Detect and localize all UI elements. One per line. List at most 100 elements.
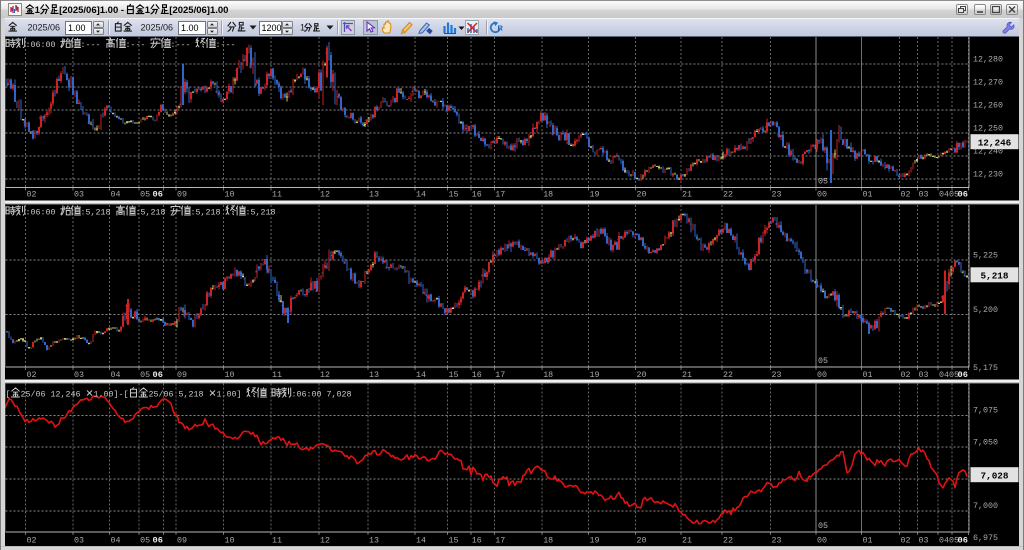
svg-text:23: 23 — [772, 370, 782, 380]
svg-text:04: 04 — [939, 536, 949, 546]
svg-text:03: 03 — [74, 190, 84, 200]
svg-text:22: 22 — [723, 370, 733, 380]
svg-text:09: 09 — [177, 370, 187, 380]
svg-text:15: 15 — [449, 536, 459, 546]
svg-text:1.00]: 1.00] — [217, 390, 242, 400]
svg-text:21: 21 — [682, 536, 692, 546]
svg-text:00: 00 — [817, 190, 827, 200]
svg-text:18: 18 — [543, 536, 553, 546]
svg-text:12,260: 12,260 — [973, 100, 1003, 110]
svg-text:06: 06 — [958, 190, 968, 200]
svg-text:04: 04 — [111, 370, 121, 380]
svg-text:10: 10 — [225, 536, 235, 546]
svg-text::5,218: :5,218 — [136, 208, 166, 218]
svg-text::5,218: :5,218 — [81, 208, 111, 218]
svg-text:14: 14 — [416, 190, 426, 200]
svg-text:16: 16 — [472, 190, 482, 200]
svg-text:5,200: 5,200 — [973, 305, 998, 315]
svg-text:15: 15 — [449, 190, 459, 200]
svg-text:19: 19 — [590, 536, 600, 546]
svg-text:R: R — [498, 24, 504, 33]
svg-text:02: 02 — [901, 190, 911, 200]
svg-text:2025/06: 2025/06 — [141, 23, 174, 33]
svg-text:7,075: 7,075 — [973, 406, 998, 416]
svg-text:05: 05 — [818, 356, 828, 366]
svg-text:11: 11 — [272, 190, 282, 200]
svg-text:1.00]-[: 1.00]-[ — [94, 390, 129, 400]
svg-text:03: 03 — [74, 370, 84, 380]
svg-text:17: 17 — [495, 190, 505, 200]
svg-text:20: 20 — [637, 370, 647, 380]
svg-text::06:00: :06:00 — [26, 40, 56, 50]
svg-text:02: 02 — [27, 190, 37, 200]
svg-text:7,000: 7,000 — [973, 501, 998, 511]
svg-text:05: 05 — [140, 536, 150, 546]
svg-text:05: 05 — [818, 521, 828, 531]
svg-text:1: 1 — [145, 5, 151, 16]
svg-text:6,975: 6,975 — [973, 533, 998, 543]
svg-text:18: 18 — [543, 370, 553, 380]
svg-text::06:00 7,028: :06:00 7,028 — [292, 390, 352, 400]
svg-text:05: 05 — [140, 190, 150, 200]
svg-text:09: 09 — [177, 190, 187, 200]
svg-text:21: 21 — [682, 190, 692, 200]
svg-text:01: 01 — [863, 536, 873, 546]
svg-text:5,225: 5,225 — [973, 250, 998, 260]
svg-text:21: 21 — [682, 370, 692, 380]
svg-text:25/06 12,246: 25/06 12,246 — [21, 390, 81, 400]
svg-text:17: 17 — [495, 370, 505, 380]
svg-text:03: 03 — [919, 536, 929, 546]
svg-text:01: 01 — [863, 190, 873, 200]
svg-text:00: 00 — [817, 536, 827, 546]
svg-text:04: 04 — [111, 190, 121, 200]
svg-text:[: [ — [6, 390, 11, 400]
svg-text:13: 13 — [369, 190, 379, 200]
svg-text:12: 12 — [320, 370, 330, 380]
svg-text:12,250: 12,250 — [973, 123, 1003, 133]
svg-text:02: 02 — [27, 536, 37, 546]
svg-text:1: 1 — [35, 5, 41, 16]
svg-text::5,218: :5,218 — [246, 208, 276, 218]
svg-text:23: 23 — [772, 536, 782, 546]
svg-text:1.00: 1.00 — [181, 23, 199, 33]
svg-text:00: 00 — [817, 370, 827, 380]
svg-text:[2025/06]1.00 -: [2025/06]1.00 - — [59, 5, 124, 16]
svg-text:14: 14 — [416, 370, 426, 380]
svg-text:13: 13 — [369, 536, 379, 546]
svg-text:06: 06 — [958, 536, 968, 546]
svg-text:06: 06 — [153, 536, 163, 546]
svg-text:16: 16 — [472, 536, 482, 546]
svg-text:05: 05 — [818, 177, 828, 187]
svg-text:05: 05 — [140, 370, 150, 380]
svg-text:20: 20 — [637, 190, 647, 200]
svg-text:02: 02 — [901, 370, 911, 380]
svg-text:11: 11 — [272, 370, 282, 380]
svg-text:11: 11 — [272, 536, 282, 546]
svg-text:5,175: 5,175 — [973, 363, 998, 373]
svg-text::06:00: :06:00 — [26, 208, 56, 218]
svg-text:06: 06 — [153, 190, 163, 200]
svg-text:12,270: 12,270 — [973, 77, 1003, 87]
svg-text:06: 06 — [153, 370, 163, 380]
svg-text:04: 04 — [939, 190, 949, 200]
svg-text:01: 01 — [863, 370, 873, 380]
svg-text:12: 12 — [320, 536, 330, 546]
svg-text:22: 22 — [723, 536, 733, 546]
svg-text:14: 14 — [416, 536, 426, 546]
svg-text:03: 03 — [74, 536, 84, 546]
svg-text::---: :--- — [171, 40, 191, 50]
svg-text:04: 04 — [111, 536, 121, 546]
svg-text:02: 02 — [901, 536, 911, 546]
svg-text:5,218: 5,218 — [981, 271, 1009, 282]
svg-text:06: 06 — [958, 370, 968, 380]
svg-text:12,280: 12,280 — [973, 54, 1003, 64]
svg-text:18: 18 — [543, 190, 553, 200]
svg-text:15: 15 — [449, 370, 459, 380]
svg-text:16: 16 — [472, 370, 482, 380]
svg-text:[2025/06]1.00: [2025/06]1.00 — [169, 5, 228, 16]
svg-text:2025/06: 2025/06 — [28, 23, 61, 33]
svg-text:10: 10 — [225, 370, 235, 380]
svg-text:1: 1 — [300, 23, 305, 33]
svg-text:1.00: 1.00 — [68, 23, 86, 33]
svg-text:17: 17 — [495, 536, 505, 546]
